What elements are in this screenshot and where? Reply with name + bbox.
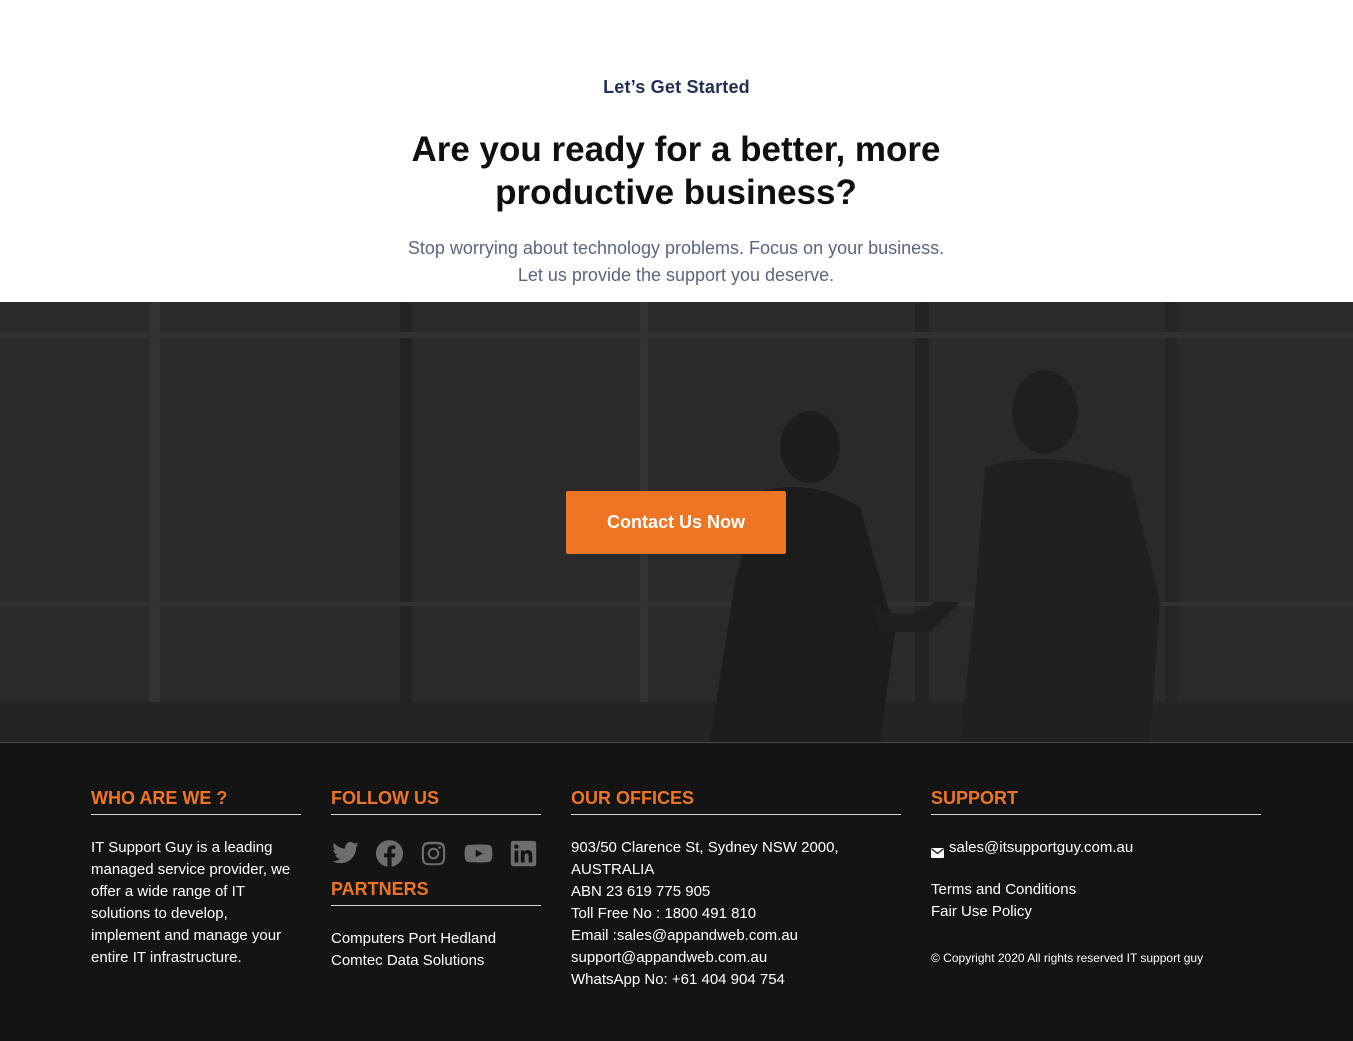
linkedin-icon[interactable] [509,839,538,868]
support-details: sales@itsupportguy.com.au Terms and Cond… [931,837,1261,969]
subtext-line-2: Let us provide the support you deserve. [517,265,835,285]
partner-link-comtec-data-solutions[interactable]: Comtec Data Solutions [331,950,541,972]
partners-list: Computers Port Hedland Comtec Data Solut… [331,928,541,972]
office-email-sales[interactable]: Email :sales@appandweb.com.au [571,925,901,947]
partners-title: PARTNERS [331,879,541,906]
site-footer: WHO ARE WE ? IT Support Guy is a leading… [0,743,1353,1041]
who-text: IT Support Guy is a leading managed serv… [91,839,291,966]
support-email-link[interactable]: sales@itsupportguy.com.au [949,837,1133,859]
subtext-line-1: Stop worrying about technology problems.… [407,238,945,258]
offices-details: 903/50 Clarence St, Sydney NSW 2000, AUS… [571,837,901,991]
headline-line-2: productive business? [495,173,857,212]
terms-link[interactable]: Terms and Conditions [931,879,1261,901]
twitter-icon[interactable] [331,839,360,868]
office-toll-free: Toll Free No : 1800 491 810 [571,905,757,922]
contact-us-button[interactable]: Contact Us Now [566,491,786,554]
headline: Are you ready for a better, more product… [376,128,976,214]
who-title: WHO ARE WE ? [91,788,301,815]
facebook-icon[interactable] [375,839,404,868]
partner-link-computers-port-hedland[interactable]: Computers Port Hedland [331,928,541,950]
subtext: Stop worrying about technology problems.… [326,235,1026,289]
support-title: SUPPORT [931,788,1261,815]
office-address-line-1: 903/50 Clarence St, Sydney NSW 2000, [571,839,839,856]
footer-col-who: WHO ARE WE ? IT Support Guy is a leading… [91,788,301,969]
instagram-icon[interactable] [419,839,448,868]
policy-links: Terms and Conditions Fair Use Policy [931,879,1261,923]
footer-col-follow: FOLLOW US PARTNERS Computers Port Hedlan… [331,788,541,972]
eyebrow-label: Let’s Get Started [603,77,750,97]
fair-use-link[interactable]: Fair Use Policy [931,901,1261,923]
footer-col-offices: OUR OFFICES 903/50 Clarence St, Sydney N… [571,788,901,991]
office-address-line-2: AUSTRALIA [571,861,655,878]
support-email-row[interactable]: sales@itsupportguy.com.au [931,837,1261,859]
cta-intro-section: Let’s Get Started Are you ready for a be… [0,0,1353,302]
youtube-icon[interactable] [463,839,494,868]
headline-line-1: Are you ready for a better, more [411,130,941,169]
office-abn: ABN 23 619 775 905 [571,883,711,900]
social-icons [331,837,541,869]
follow-title: FOLLOW US [331,788,541,815]
offices-title: OUR OFFICES [571,788,901,815]
footer-col-support: SUPPORT sales@itsupportguy.com.au Terms … [931,788,1261,969]
office-email-support[interactable]: support@appandweb.com.au [571,947,901,969]
copyright-text: © Copyright 2020 All rights reserved IT … [931,951,1204,965]
envelope-icon [931,843,944,858]
office-whatsapp: WhatsApp No: +61 404 904 754 [571,971,785,988]
